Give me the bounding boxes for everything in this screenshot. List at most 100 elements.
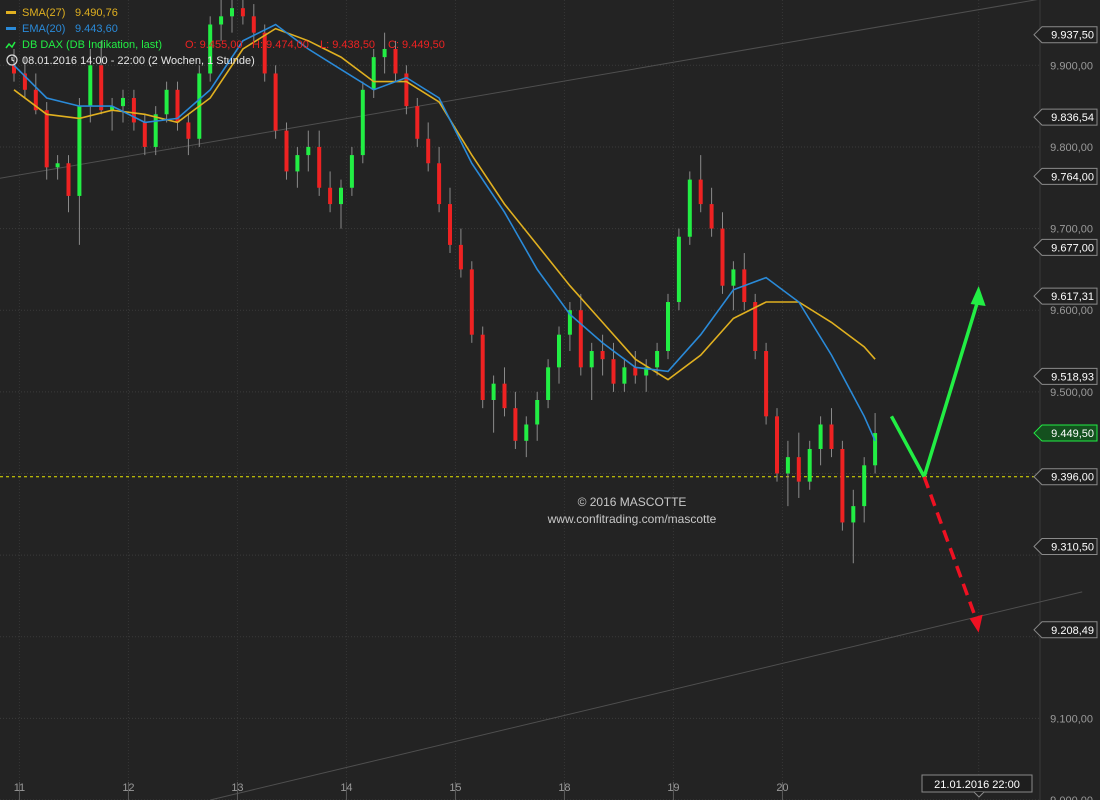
x-tick-label: 20 [776,782,788,794]
candle-body [44,110,49,168]
candle-body [807,448,812,482]
candle-body [546,367,551,400]
price-tag-label: 9.677,00 [1051,242,1094,254]
candle-body [306,146,311,156]
candle-body [393,48,398,74]
candle-body [557,334,561,368]
price-tag-label: 9.836,54 [1051,112,1094,124]
candle-body [502,383,507,409]
candle-body [687,179,692,237]
candle-body [142,122,147,147]
legend-ema-value: 9.443,60 [75,23,118,35]
candle-body [339,187,343,205]
watermark-url: www.confitrading.com/mascotte [547,512,717,526]
candle-body [600,351,605,360]
price-tag-label: 9.617,31 [1051,291,1094,303]
candle-body [818,424,823,449]
candle-body [55,163,60,168]
legend-ema-name: EMA(20) [22,23,65,35]
price-tag-label: 9.449,50 [1051,428,1094,440]
x-tick-label: 13 [231,782,243,794]
x-tick-label: 11 [14,782,25,794]
candle-body [371,57,376,90]
x-tick-label: 15 [449,782,461,794]
candle-body [121,97,125,107]
candle-body [349,155,354,188]
candle-body [524,424,529,441]
legend-ema-swatch [6,27,16,30]
candle-body [230,8,234,17]
legend-sma-name: SMA(27) [22,7,65,19]
candle-body [513,408,518,441]
x-tick-label: 18 [558,782,570,794]
candle-body [775,416,779,474]
candle-body [66,163,71,196]
y-tick-label: 9.700,00 [1050,224,1093,236]
price-tag-label: 9.764,00 [1051,171,1094,183]
candle-body [676,236,681,303]
price-tag-label: 9.310,50 [1051,542,1094,554]
candle-body [589,351,594,368]
candle-body [88,65,93,107]
candle-body [437,163,442,205]
price-tag-label: 9.937,50 [1051,30,1094,42]
candle-body [785,457,790,474]
candle-body [611,359,616,384]
legend-low: L: 9.438,50 [320,39,375,51]
candle-body [753,302,758,352]
x-tick-label: 12 [122,782,134,794]
y-tick-label: 9.600,00 [1050,305,1093,317]
price-tag-label: 9.208,49 [1051,625,1094,637]
candle-body [480,334,485,400]
candle-body [709,204,714,229]
candle-body [698,179,703,205]
legend-high: H: 9.474,00 [252,39,309,51]
price-tag-label: 9.396,00 [1051,472,1094,484]
legend-period: 08.01.2016 14:00 - 22:00 (2 Wochen, 1 St… [22,55,255,67]
candle-body [153,114,158,147]
candle-body [273,73,278,131]
candle-body [317,146,322,188]
candle-body [458,244,463,270]
y-tick-label: 9.000,00 [1050,795,1093,800]
candle-body [219,16,224,25]
candle-body [655,351,660,368]
candle-body [578,310,583,368]
candle-body [251,16,256,33]
candle-body [622,367,627,384]
candle-body [851,506,856,523]
legend-close: C: 9.449,50 [388,39,445,51]
candle-body [284,130,289,172]
candle-body [328,187,333,205]
candle-body [382,48,387,58]
y-tick-label: 9.500,00 [1050,387,1093,399]
legend-sma-value: 9.490,76 [75,7,118,19]
x-tick-label: 19 [667,782,679,794]
candle-body [240,8,245,17]
candle-body [720,228,725,286]
candle-body [469,269,474,335]
candle-body [796,457,801,482]
candle-body [491,383,496,400]
y-tick-label: 9.800,00 [1050,142,1093,154]
candle-body [99,65,104,111]
date-flag-label: 21.01.2016 22:00 [934,779,1020,791]
candle-body [840,448,845,523]
y-tick-label: 9.100,00 [1050,713,1093,725]
watermark-copyright: © 2016 MASCOTTE [578,495,687,509]
legend-sma-swatch [6,11,16,14]
candle-body [731,269,736,286]
candle-body [360,89,365,156]
candle-body [633,367,638,376]
candle-body [77,106,82,196]
candle-body [862,465,867,507]
candle-body [535,400,540,425]
candle-body [131,97,136,123]
x-tick-label: 14 [340,782,352,794]
price-tag-label: 9.518,93 [1051,371,1094,383]
candle-body [829,424,834,449]
candle-body [415,106,420,139]
dax-candlestick-chart: 9.900,00 9.800,00 9.700,00 9.600,00 9.500,00… [0,0,1100,800]
candle-body [666,302,670,352]
candle-body [426,138,431,164]
